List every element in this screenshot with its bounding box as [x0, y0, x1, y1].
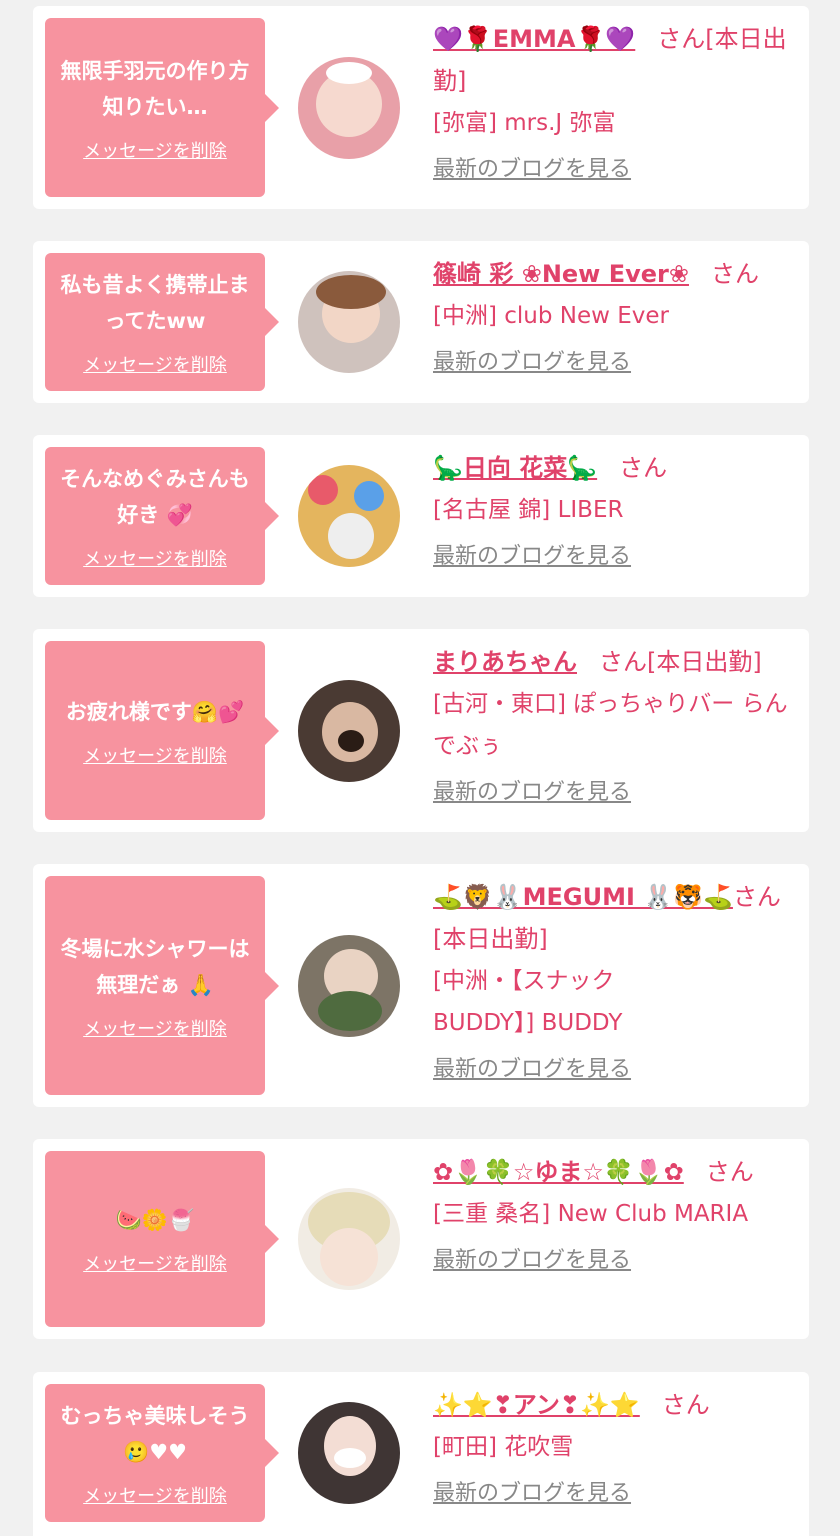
message-text: お疲れ様です🤗💕: [65, 699, 245, 724]
avatar[interactable]: [298, 1188, 400, 1290]
message-text: 無限手羽元の作り方知りたい…: [60, 58, 250, 119]
cast-status: さん: [705, 1158, 754, 1186]
message-bubble: そんなめぐみさんも好き 💞 メッセージを削除: [45, 447, 279, 585]
message-bubble: 無限手羽元の作り方知りたい… メッセージを削除: [45, 18, 279, 197]
cast-name-link[interactable]: ✿🌷🍀☆ゆま☆🍀🌷✿: [433, 1158, 684, 1186]
cast-info: まりあちゃん さん[本日出勤] [古河・東口] ぽっちゃりバー らんでぶぅ 最新の…: [433, 641, 797, 807]
cast-name-line: まりあちゃん さん[本日出勤]: [433, 641, 797, 683]
cast-status: さん: [619, 454, 668, 482]
avatar[interactable]: [298, 1402, 400, 1504]
cast-info: ⛳🦁🐰MEGUMI 🐰🐯⛳さん[本日出勤] [中洲・【スナックBUDDY】] B…: [433, 876, 797, 1084]
message-text: 私も昔よく携帯止まってたww: [60, 273, 250, 333]
cast-name-line: 💜🌹EMMA🌹💜 さん[本日出勤]: [433, 18, 797, 102]
message-bubble: むっちゃ美味しそう🥲♥♥ メッセージを削除: [45, 1384, 279, 1522]
avatar[interactable]: [298, 271, 400, 373]
message-card: 無限手羽元の作り方知りたい… メッセージを削除 💜🌹EMMA🌹💜 さん[本日出勤]…: [33, 6, 809, 209]
message-card: 🍉🌼🍧 メッセージを削除 ✿🌷🍀☆ゆま☆🍀🌷✿ さん [三重 桑名] New Cl…: [33, 1139, 809, 1339]
cast-name-link[interactable]: 🦕日向 花菜🦕: [433, 454, 597, 482]
message-bubble: 冬場に水シャワーは無理だぁ 🙏 メッセージを削除: [45, 876, 279, 1095]
shop-name: [弥富] mrs.J 弥富: [433, 110, 616, 136]
view-blog-link[interactable]: 最新のブログを見る: [433, 543, 631, 571]
cast-info: ✿🌷🍀☆ゆま☆🍀🌷✿ さん [三重 桑名] New Club MARIA 最新のブ…: [433, 1151, 797, 1275]
view-blog-link[interactable]: 最新のブログを見る: [433, 1056, 631, 1084]
shop-name: [中洲・【スナックBUDDY】] BUDDY: [433, 968, 623, 1036]
cast-name-line: ✿🌷🍀☆ゆま☆🍀🌷✿ さん: [433, 1151, 797, 1193]
message-card: そんなめぐみさんも好き 💞 メッセージを削除 🦕日向 花菜🦕 さん [名古屋 錦]…: [33, 435, 809, 597]
shop-name: [名古屋 錦] LIBER: [433, 497, 624, 523]
view-blog-link[interactable]: 最新のブログを見る: [433, 779, 631, 807]
cast-name-line: 🦕日向 花菜🦕 さん: [433, 447, 797, 489]
view-blog-link[interactable]: 最新のブログを見る: [433, 1480, 631, 1508]
delete-message-link[interactable]: メッセージを削除: [83, 1482, 227, 1508]
cast-name-link[interactable]: まりあちゃん: [433, 648, 577, 676]
avatar[interactable]: [298, 680, 400, 782]
delete-message-link[interactable]: メッセージを削除: [83, 1250, 227, 1276]
cast-info: 篠崎 彩 ❀New Ever❀ さん [中洲] club New Ever 最新の…: [433, 253, 797, 377]
message-bubble: お疲れ様です🤗💕 メッセージを削除: [45, 641, 279, 820]
cast-name-line: 篠崎 彩 ❀New Ever❀ さん: [433, 253, 797, 295]
avatar[interactable]: [298, 935, 400, 1037]
cast-status: さん: [661, 1391, 710, 1419]
message-bubble: 私も昔よく携帯止まってたww メッセージを削除: [45, 253, 279, 391]
cast-status: さん: [710, 260, 759, 288]
delete-message-link[interactable]: メッセージを削除: [83, 742, 227, 768]
shop-name: [古河・東口] ぽっちゃりバー らんでぶぅ: [433, 691, 788, 759]
message-card: お疲れ様です🤗💕 メッセージを削除 まりあちゃん さん[本日出勤] [古河・東口]…: [33, 629, 809, 832]
view-blog-link[interactable]: 最新のブログを見る: [433, 156, 631, 184]
view-blog-link[interactable]: 最新のブログを見る: [433, 349, 631, 377]
message-bubble: 🍉🌼🍧 メッセージを削除: [45, 1151, 279, 1327]
delete-message-link[interactable]: メッセージを削除: [83, 545, 227, 571]
cast-name-line: ✨⭐❣アン❣✨⭐ さん: [433, 1384, 797, 1426]
message-card: 冬場に水シャワーは無理だぁ 🙏 メッセージを削除 ⛳🦁🐰MEGUMI 🐰🐯⛳さん…: [33, 864, 809, 1107]
cast-name-line: ⛳🦁🐰MEGUMI 🐰🐯⛳さん[本日出勤]: [433, 876, 797, 960]
message-card: 私も昔よく携帯止まってたww メッセージを削除 篠崎 彩 ❀New Ever❀ さ…: [33, 241, 809, 403]
cast-info: 💜🌹EMMA🌹💜 さん[本日出勤] [弥富] mrs.J 弥富 最新のブログを見る: [433, 18, 797, 184]
cast-info: 🦕日向 花菜🦕 さん [名古屋 錦] LIBER 最新のブログを見る: [433, 447, 797, 571]
shop-name: [町田] 花吹雪: [433, 1434, 574, 1460]
message-text: 冬場に水シャワーは無理だぁ 🙏: [60, 936, 250, 997]
message-text: 🍉🌼🍧: [115, 1208, 195, 1232]
delete-message-link[interactable]: メッセージを削除: [83, 1015, 227, 1041]
view-blog-link[interactable]: 最新のブログを見る: [433, 1247, 631, 1275]
shop-name: [三重 桑名] New Club MARIA: [433, 1201, 749, 1227]
delete-message-link[interactable]: メッセージを削除: [83, 351, 227, 377]
cast-name-link[interactable]: 篠崎 彩 ❀New Ever❀: [433, 260, 689, 288]
cast-name-link[interactable]: ⛳🦁🐰MEGUMI 🐰🐯⛳: [433, 883, 733, 911]
cast-info: ✨⭐❣アン❣✨⭐ さん [町田] 花吹雪 最新のブログを見る: [433, 1384, 797, 1508]
message-card: むっちゃ美味しそう🥲♥♥ メッセージを削除 ✨⭐❣アン❣✨⭐ さん [町田] 花吹…: [33, 1372, 809, 1536]
avatar[interactable]: [298, 57, 400, 159]
avatar[interactable]: [298, 465, 400, 567]
delete-message-link[interactable]: メッセージを削除: [83, 137, 227, 163]
message-text: むっちゃ美味しそう🥲♥♥: [60, 1404, 250, 1464]
message-text: そんなめぐみさんも好き 💞: [60, 467, 250, 527]
cast-name-link[interactable]: 💜🌹EMMA🌹💜: [433, 25, 635, 53]
cast-status: さん[本日出勤]: [599, 648, 762, 676]
cast-name-link[interactable]: ✨⭐❣アン❣✨⭐: [433, 1391, 640, 1419]
shop-name: [中洲] club New Ever: [433, 303, 670, 329]
message-list: 無限手羽元の作り方知りたい… メッセージを削除 💜🌹EMMA🌹💜 さん[本日出勤]…: [0, 0, 840, 1536]
